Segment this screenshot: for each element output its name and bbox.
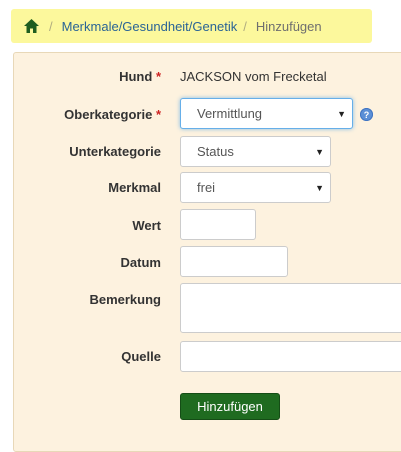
required-marker: * bbox=[155, 107, 161, 122]
quelle-label: Quelle bbox=[121, 349, 161, 364]
quelle-input[interactable] bbox=[180, 341, 401, 372]
bemerkung-label: Bemerkung bbox=[89, 292, 161, 307]
bemerkung-textarea[interactable] bbox=[180, 283, 401, 333]
merkmal-selected-value: frei bbox=[197, 180, 216, 195]
chevron-down-icon: ▼ bbox=[315, 146, 324, 157]
unterkategorie-label: Unterkategorie bbox=[69, 144, 161, 159]
oberkategorie-label: Oberkategorie * bbox=[64, 107, 161, 122]
hund-label: Hund * bbox=[119, 69, 161, 84]
datum-input[interactable] bbox=[180, 246, 288, 277]
breadcrumb-current: Hinzufügen bbox=[255, 18, 322, 34]
chevron-down-icon: ▼ bbox=[315, 182, 324, 193]
home-icon[interactable] bbox=[23, 17, 43, 35]
breadcrumb: / Merkmale/Gesundheit/Genetik / Hinzufüg… bbox=[11, 9, 372, 43]
merkmal-select[interactable]: frei ▼ bbox=[180, 172, 331, 203]
merkmal-label: Merkmal bbox=[108, 180, 161, 195]
breadcrumb-link-merkmale[interactable]: Merkmale/Gesundheit/Genetik bbox=[62, 19, 238, 34]
oberkategorie-selected-value: Vermittlung bbox=[197, 106, 263, 121]
question-icon[interactable]: ? bbox=[360, 108, 373, 121]
breadcrumb-separator: / bbox=[243, 18, 247, 34]
chevron-down-icon: ▼ bbox=[337, 108, 346, 119]
breadcrumb-separator: / bbox=[49, 18, 53, 34]
unterkategorie-select[interactable]: Status ▼ bbox=[180, 136, 331, 167]
wert-label: Wert bbox=[132, 218, 161, 233]
add-button[interactable]: Hinzufügen bbox=[180, 393, 280, 420]
required-marker: * bbox=[155, 69, 161, 84]
oberkategorie-select[interactable]: Vermittlung ▼ bbox=[180, 98, 353, 129]
unterkategorie-selected-value: Status bbox=[197, 144, 234, 159]
datum-label: Datum bbox=[120, 255, 161, 270]
wert-input[interactable] bbox=[180, 209, 256, 240]
hund-value: JACKSON vom Frecketal bbox=[180, 69, 327, 84]
